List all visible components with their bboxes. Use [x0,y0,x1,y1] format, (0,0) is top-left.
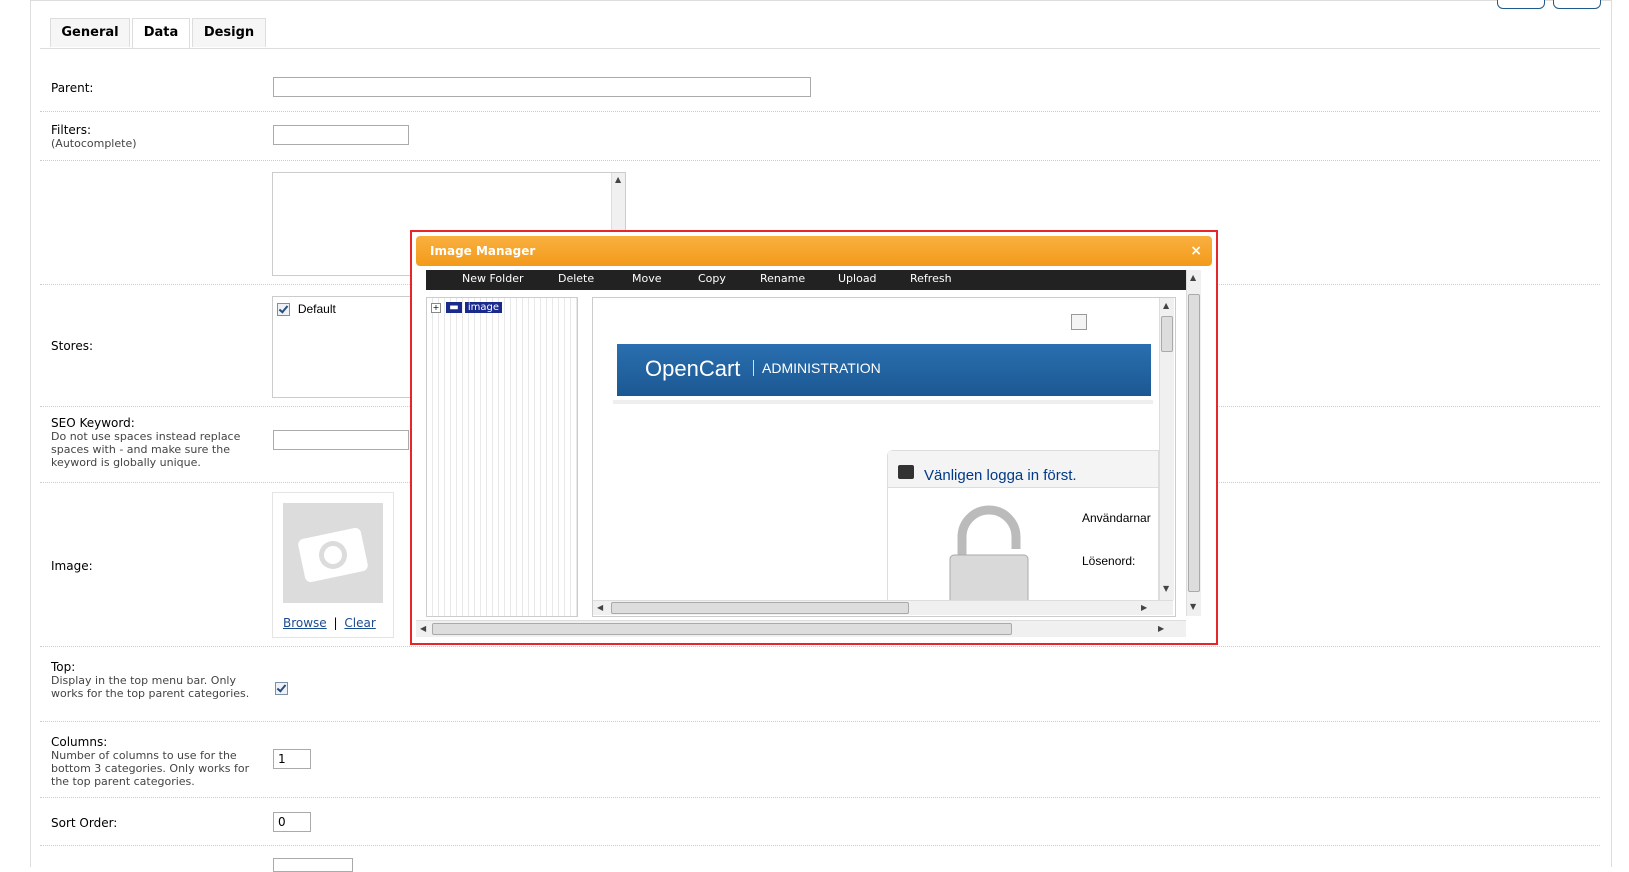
columns-help: Number of columns to use for the bottom … [51,749,250,788]
frame-hscroll-thumb[interactable] [611,602,909,614]
scroll-up-icon[interactable]: ▲ [1190,273,1196,282]
frame-scroll-thumb[interactable] [1161,316,1173,352]
sort-order-label: Sort Order: [51,816,118,830]
rename-button[interactable]: Rename [760,272,805,285]
frame-horizontal-scrollbar[interactable]: ◀ ▶ [593,600,1173,615]
image-manager-header[interactable]: Image Manager × [416,236,1212,266]
seo-input[interactable] [273,430,409,450]
row-filters: Filters: (Autocomplete) [40,111,1600,161]
file-browser-frame: OpenCart ADMINISTRATION Vänligen logga i… [592,297,1176,617]
filters-input[interactable] [273,125,409,145]
login-box: Vänligen logga in först. Användarnar Lös… [887,450,1159,612]
login-title: Vänligen logga in först. [924,467,1077,484]
scroll-down-icon[interactable]: ▼ [1163,584,1169,593]
padlock-icon [949,505,1029,605]
checkbox-checked-icon[interactable] [277,303,290,316]
parent-input[interactable] [273,77,811,97]
seo-help: Do not use spaces instead replace spaces… [51,430,241,469]
image-preview-box: Browse | Clear [272,492,394,638]
seo-label-group: SEO Keyword: Do not use spaces instead r… [51,416,251,469]
row-parent: Parent: [40,49,1600,112]
move-button[interactable]: Move [632,272,662,285]
modal-vertical-scrollbar[interactable]: ▲ ▼ [1186,270,1201,616]
scroll-up-icon[interactable]: ▲ [615,175,621,184]
columns-input[interactable]: 1 [273,749,311,769]
copy-button[interactable]: Copy [698,272,726,285]
top-help: Display in the top menu bar. Only works … [51,674,250,700]
top-button-2[interactable] [1553,0,1601,9]
modal-scroll-thumb[interactable] [1188,294,1200,592]
link-separator: | [333,616,338,630]
clear-link[interactable]: Clear [344,616,375,630]
password-label: Lösenord: [1082,554,1136,568]
delete-button[interactable]: Delete [558,272,594,285]
header-shadow [613,400,1153,404]
close-icon[interactable]: × [1190,236,1202,266]
folder-tree: + ▬ image [426,297,578,617]
store-default-label: Default [297,302,336,316]
row-columns: Columns: Number of columns to use for th… [40,721,1600,798]
scroll-right-icon[interactable]: ▶ [1158,624,1164,633]
image-manager-toolbar: New Folder Delete Move Copy Rename Uploa… [426,270,1200,290]
top-button-1[interactable] [1497,0,1545,9]
image-placeholder[interactable] [283,503,383,603]
sort-order-input[interactable]: 0 [273,812,311,832]
top-buttons [1489,0,1601,12]
camera-icon [298,527,368,583]
tree-root-item[interactable]: + ▬ image [431,302,502,313]
parent-label: Parent: [51,81,94,95]
username-label: Användarnar [1082,511,1151,525]
scroll-up-icon[interactable]: ▲ [1163,301,1169,310]
expand-icon[interactable]: + [431,303,441,313]
filters-label: Filters: [51,123,92,137]
top-checkbox-icon[interactable] [275,682,288,695]
scroll-right-icon[interactable]: ▶ [1141,603,1147,612]
stores-label: Stores: [51,339,94,353]
new-folder-button[interactable]: New Folder [462,272,523,285]
lock-screen-icon [898,465,914,479]
seo-label: SEO Keyword: [51,416,135,430]
row-top: Top: Display in the top menu bar. Only w… [40,646,1600,722]
tab-design[interactable]: Design [192,18,266,47]
modal-hscroll-thumb[interactable] [432,623,1012,635]
tree-root-label: image [464,302,502,313]
upload-button[interactable]: Upload [838,272,877,285]
folder-icon: ▬ [446,302,462,313]
top-label: Top: [51,660,76,674]
store-default-item[interactable]: Default [277,302,336,316]
frame-vertical-scrollbar[interactable]: ▲ ▼ [1159,298,1174,600]
refresh-button[interactable]: Refresh [910,272,952,285]
opencart-brand: OpenCart [645,356,741,381]
image-label: Image: [51,559,93,573]
scroll-down-icon[interactable]: ▼ [1190,602,1196,611]
broken-image-icon [1071,314,1087,330]
tab-general[interactable]: General [50,18,130,47]
login-box-header: Vänligen logga in först. [888,451,1158,488]
image-manager-title: Image Manager [430,244,536,258]
scroll-left-icon[interactable]: ◀ [597,603,603,612]
browse-link[interactable]: Browse [283,616,327,630]
status-select[interactable] [273,858,353,872]
opencart-brand-sub: ADMINISTRATION [753,360,881,376]
columns-label: Columns: [51,735,108,749]
row-sort-order: Sort Order: 0 [40,797,1600,846]
filters-label-group: Filters: (Autocomplete) [51,123,137,150]
opencart-header: OpenCart ADMINISTRATION [617,344,1151,396]
image-actions: Browse | Clear [283,616,376,630]
columns-label-group: Columns: Number of columns to use for th… [51,735,251,788]
filters-help: (Autocomplete) [51,137,137,150]
tab-data[interactable]: Data [132,18,190,48]
top-label-group: Top: Display in the top menu bar. Only w… [51,660,251,700]
scroll-left-icon[interactable]: ◀ [420,624,426,633]
modal-horizontal-scrollbar[interactable]: ◀ ▶ [416,620,1186,637]
image-manager-dialog: Image Manager × New Folder Delete Move C… [410,230,1218,645]
